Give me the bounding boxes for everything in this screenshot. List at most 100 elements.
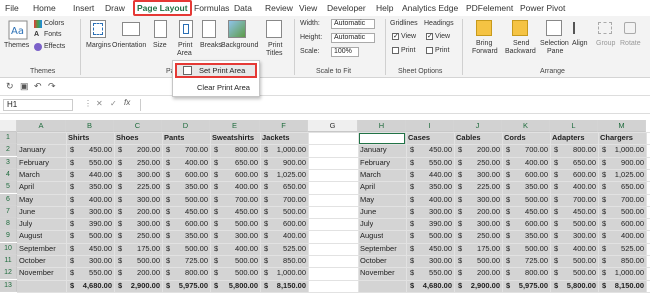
- value-cell[interactable]: $550.00: [68, 267, 112, 279]
- value-cell[interactable]: $300.00: [408, 255, 452, 267]
- formula-input[interactable]: [140, 99, 645, 111]
- value-cell[interactable]: $600.00: [600, 218, 644, 230]
- column-header[interactable]: G: [308, 120, 358, 132]
- tab-analytics-edge[interactable]: Analytics Edge: [402, 2, 458, 15]
- value-cell[interactable]: $200.00: [116, 206, 160, 218]
- row-header[interactable]: 6: [0, 193, 17, 206]
- column-header[interactable]: L: [550, 120, 598, 132]
- column-header[interactable]: E: [210, 120, 260, 132]
- value-cell[interactable]: $800.00: [552, 144, 596, 156]
- value-cell[interactable]: $440.00: [68, 169, 112, 181]
- total-cell[interactable]: $5,975.00: [504, 280, 548, 292]
- value-cell[interactable]: $200.00: [456, 267, 500, 279]
- group-button[interactable]: Group: [596, 40, 615, 48]
- print-titles-button-line1[interactable]: Print: [268, 42, 282, 50]
- column-header[interactable]: I: [406, 120, 454, 132]
- rotate-button[interactable]: Rotate: [620, 40, 641, 48]
- value-cell[interactable]: $1,000.00: [600, 144, 644, 156]
- tab-draw[interactable]: Draw: [105, 2, 125, 15]
- column-header[interactable]: C: [114, 120, 162, 132]
- total-cell[interactable]: $5,975.00: [164, 280, 208, 292]
- row-header[interactable]: 3: [0, 156, 17, 169]
- value-cell[interactable]: $400.00: [164, 157, 208, 169]
- value-cell[interactable]: $600.00: [164, 169, 208, 181]
- column-header[interactable]: J: [454, 120, 502, 132]
- value-cell[interactable]: $725.00: [164, 255, 208, 267]
- value-cell[interactable]: $500.00: [68, 230, 112, 242]
- value-cell[interactable]: $1,000.00: [262, 144, 306, 156]
- bring-forward-button-line2[interactable]: Forward: [472, 48, 498, 56]
- row-header[interactable]: 11: [0, 255, 17, 267]
- value-cell[interactable]: $400.00: [262, 230, 306, 242]
- fonts-button[interactable]: Fonts: [44, 31, 62, 39]
- value-cell[interactable]: $300.00: [212, 230, 258, 242]
- tab-power-pivot[interactable]: Power Pivot: [520, 2, 565, 15]
- row-header[interactable]: 5: [0, 181, 17, 194]
- value-cell[interactable]: $525.00: [600, 243, 644, 255]
- value-cell[interactable]: $300.00: [116, 218, 160, 230]
- row-header[interactable]: 8: [0, 218, 17, 231]
- breaks-button[interactable]: Breaks: [200, 42, 222, 50]
- value-cell[interactable]: $450.00: [408, 144, 452, 156]
- value-cell[interactable]: $1,000.00: [262, 267, 306, 279]
- print-titles-button-line2[interactable]: Titles: [266, 50, 282, 58]
- themes-button[interactable]: Themes: [4, 42, 29, 50]
- print-area-button-line1[interactable]: Print: [178, 42, 192, 50]
- size-button[interactable]: Size: [153, 42, 167, 50]
- tab-pdfelement[interactable]: PDFelement: [466, 2, 513, 15]
- value-cell[interactable]: $500.00: [504, 194, 548, 206]
- headings-print-checkbox[interactable]: [426, 47, 433, 54]
- scale-input[interactable]: 100%: [331, 47, 359, 57]
- value-cell[interactable]: $400.00: [504, 157, 548, 169]
- value-cell[interactable]: $450.00: [552, 206, 596, 218]
- value-cell[interactable]: $300.00: [552, 230, 596, 242]
- tab-data[interactable]: Data: [234, 2, 252, 15]
- autosave-icon[interactable]: ↻: [6, 81, 14, 92]
- value-cell[interactable]: $400.00: [552, 181, 596, 193]
- enter-icon[interactable]: ✓: [110, 99, 117, 108]
- value-cell[interactable]: $650.00: [552, 157, 596, 169]
- value-cell[interactable]: $300.00: [408, 206, 452, 218]
- value-cell[interactable]: $600.00: [164, 218, 208, 230]
- value-cell[interactable]: $700.00: [504, 144, 548, 156]
- value-cell[interactable]: $500.00: [212, 218, 258, 230]
- value-cell[interactable]: $350.00: [408, 181, 452, 193]
- column-header[interactable]: F: [260, 120, 308, 132]
- value-cell[interactable]: $200.00: [456, 206, 500, 218]
- column-header[interactable]: A: [17, 120, 66, 132]
- value-cell[interactable]: $500.00: [552, 218, 596, 230]
- row-header[interactable]: 10: [0, 242, 17, 255]
- cancel-icon[interactable]: ✕: [96, 99, 103, 108]
- row-header[interactable]: 9: [0, 230, 17, 243]
- value-cell[interactable]: $500.00: [552, 255, 596, 267]
- total-cell[interactable]: $5,800.00: [552, 280, 596, 292]
- total-cell[interactable]: $4,680.00: [68, 280, 112, 292]
- value-cell[interactable]: $450.00: [408, 243, 452, 255]
- value-cell[interactable]: $725.00: [504, 255, 548, 267]
- value-cell[interactable]: $450.00: [68, 243, 112, 255]
- value-cell[interactable]: $400.00: [408, 194, 452, 206]
- print-area-button-line2[interactable]: Area: [177, 50, 192, 58]
- row-header[interactable]: 12: [0, 267, 17, 280]
- value-cell[interactable]: $800.00: [504, 267, 548, 279]
- tab-review[interactable]: Review: [265, 2, 293, 15]
- value-cell[interactable]: $200.00: [116, 267, 160, 279]
- value-cell[interactable]: $300.00: [68, 206, 112, 218]
- value-cell[interactable]: $250.00: [456, 157, 500, 169]
- value-cell[interactable]: $300.00: [456, 194, 500, 206]
- value-cell[interactable]: $300.00: [116, 194, 160, 206]
- value-cell[interactable]: $550.00: [68, 157, 112, 169]
- value-cell[interactable]: $400.00: [552, 243, 596, 255]
- colors-button[interactable]: Colors: [44, 20, 64, 28]
- row-header[interactable]: 4: [0, 168, 17, 181]
- value-cell[interactable]: $600.00: [504, 218, 548, 230]
- total-cell[interactable]: $2,900.00: [116, 280, 160, 292]
- value-cell[interactable]: $850.00: [600, 255, 644, 267]
- bring-forward-button-line1[interactable]: Bring: [476, 40, 492, 48]
- gridlines-print-checkbox[interactable]: [392, 47, 399, 54]
- value-cell[interactable]: $350.00: [504, 230, 548, 242]
- row-header[interactable]: 1: [0, 132, 17, 144]
- value-cell[interactable]: $400.00: [212, 243, 258, 255]
- value-cell[interactable]: $1,000.00: [600, 267, 644, 279]
- tab-page-layout[interactable]: Page Layout: [133, 0, 192, 16]
